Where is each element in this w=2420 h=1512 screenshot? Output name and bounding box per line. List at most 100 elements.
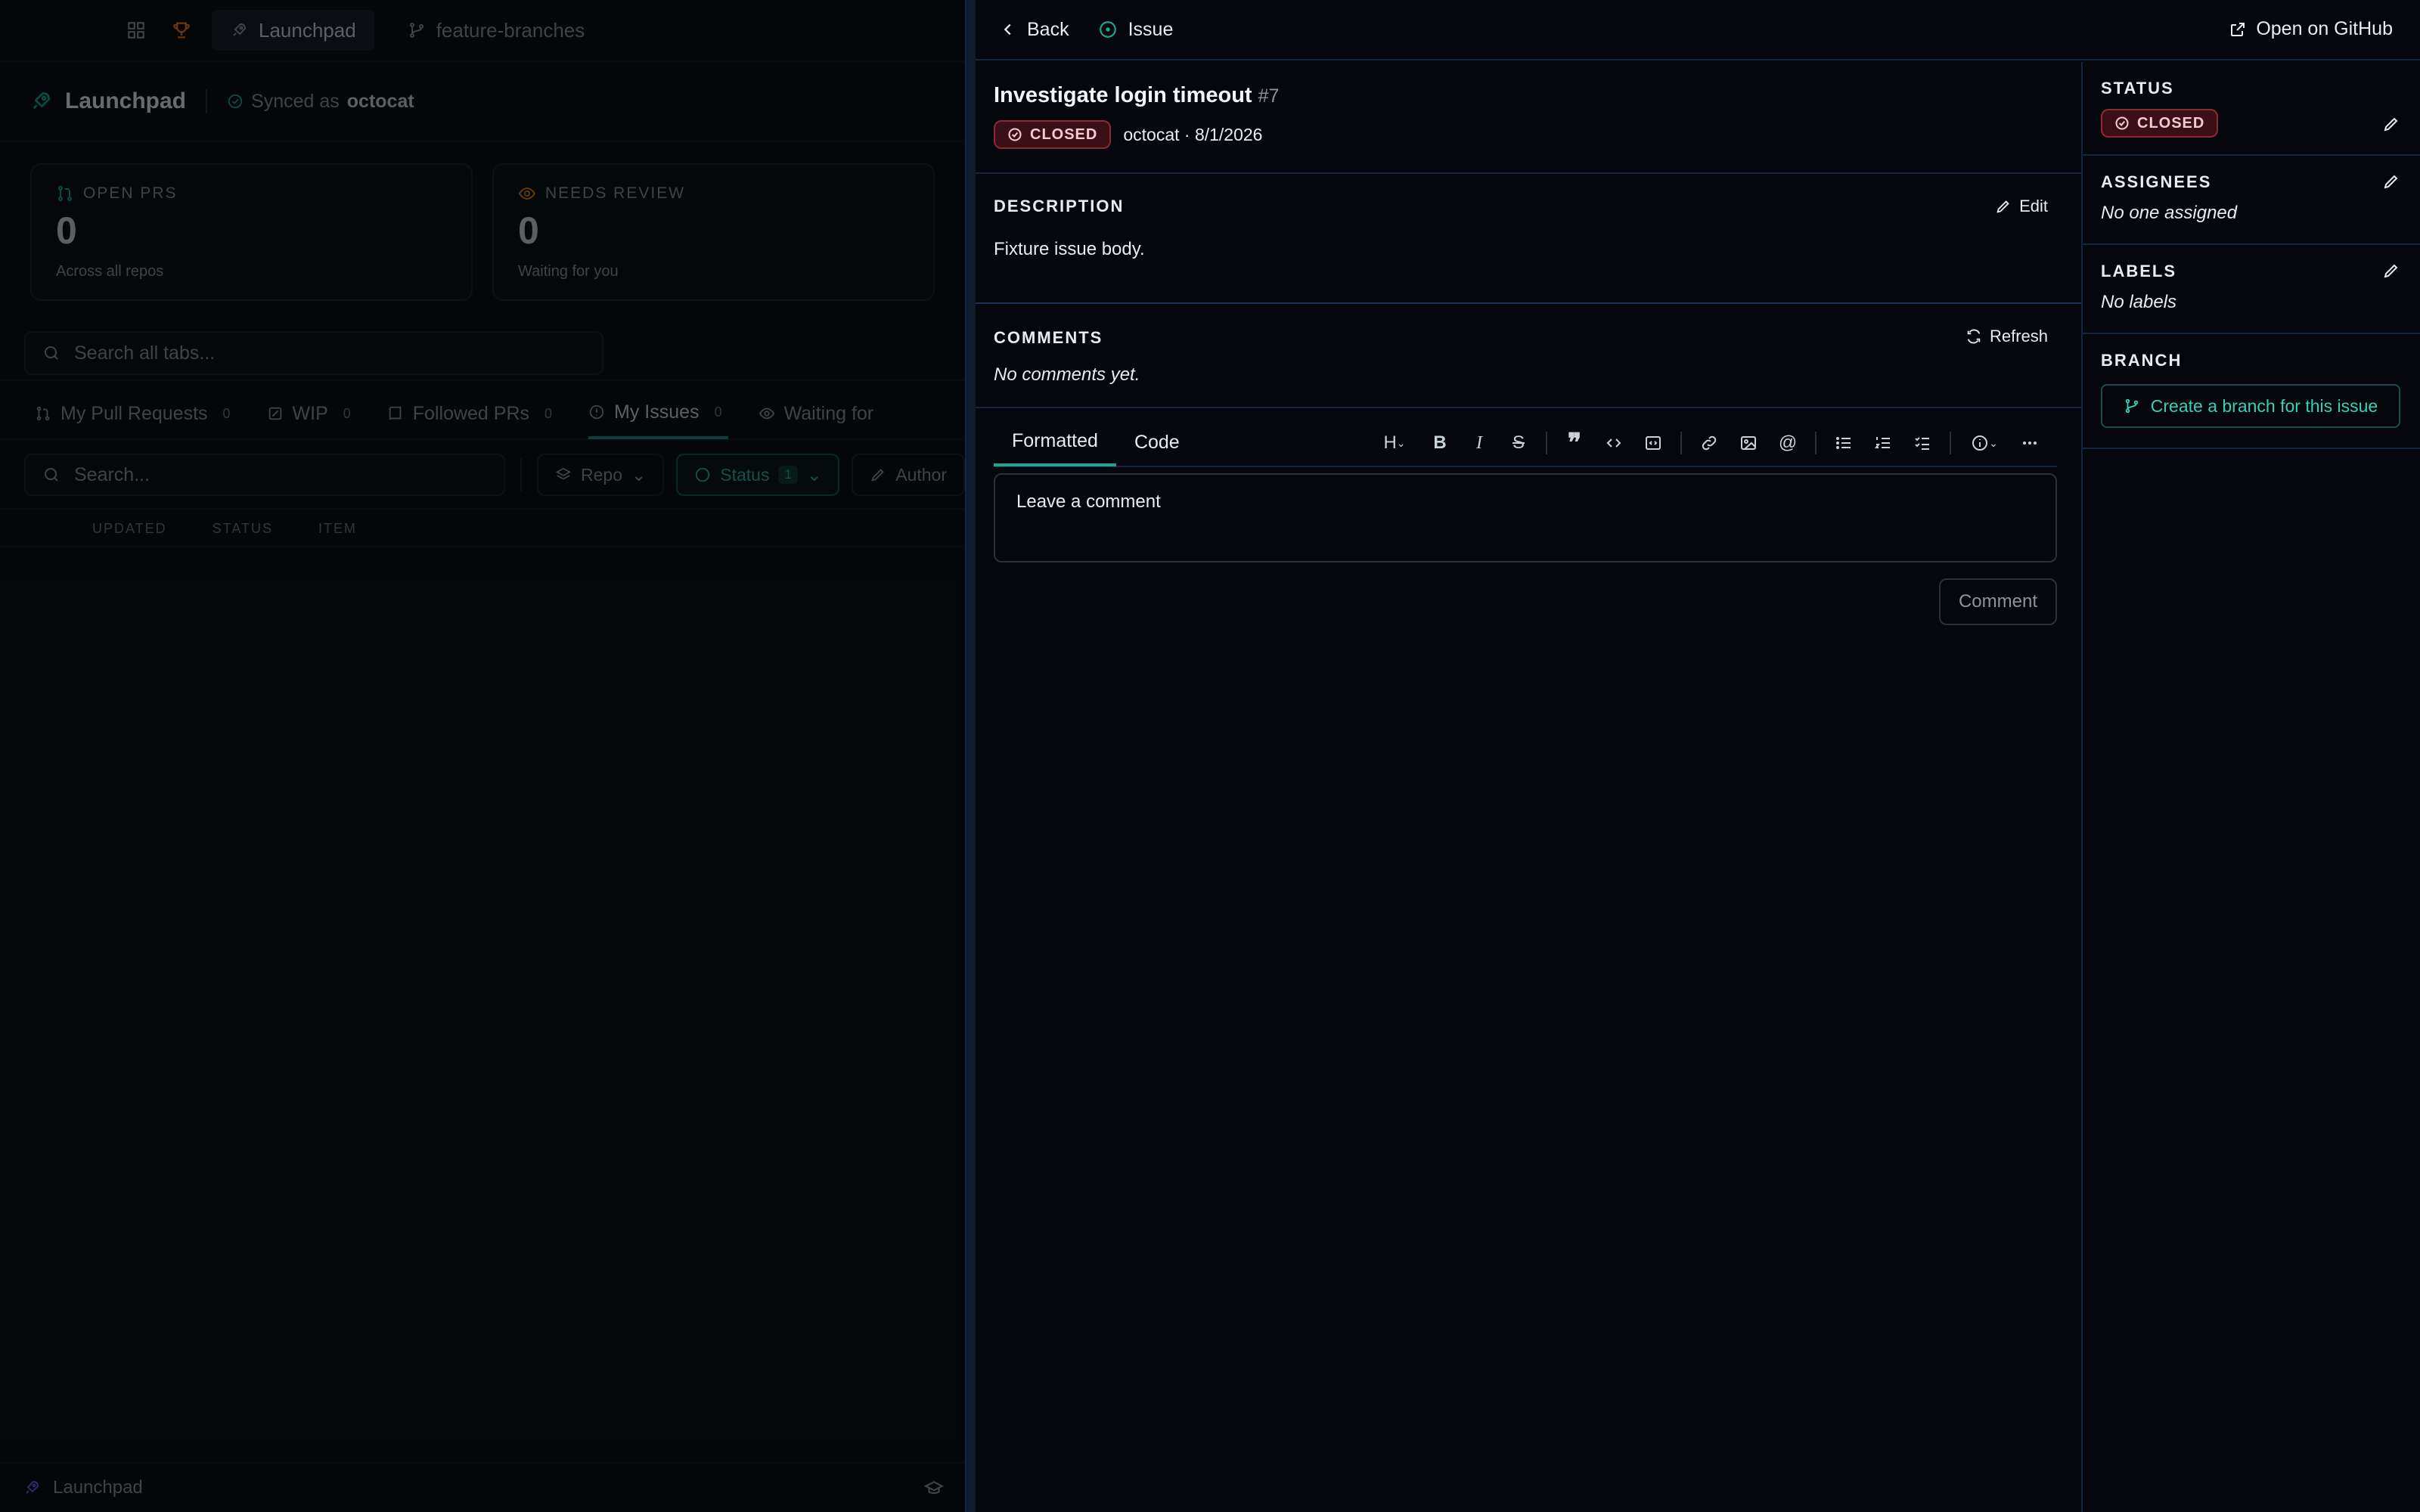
tab-count: 0	[343, 405, 351, 421]
trophy-icon[interactable]	[166, 15, 197, 45]
tab-label: Followed PRs	[412, 402, 530, 424]
pencil-icon[interactable]	[2382, 172, 2400, 191]
repo-filter[interactable]: Repo ⌄	[537, 454, 665, 496]
editor-toolbar: Formatted Code H ⌄ B I S ❞ @ ⌄	[994, 419, 2057, 467]
comments-section: COMMENTS Refresh No comments yet.	[976, 304, 2081, 408]
circle-icon	[696, 467, 710, 482]
tab-label: Waiting for	[783, 402, 874, 424]
quote-icon[interactable]: ❞	[1562, 429, 1587, 457]
branch-section: BRANCH Create a branch for this issue	[2083, 334, 2420, 449]
column-header[interactable]: ITEM	[318, 521, 357, 537]
divider	[1815, 432, 1817, 454]
assignees-value: No one assigned	[2101, 203, 2238, 223]
stat-card-open-prs[interactable]: OPEN PRS 0 Across all repos	[30, 163, 473, 301]
divider	[206, 89, 208, 113]
stat-label: OPEN PRS	[83, 184, 178, 202]
search-icon	[45, 346, 58, 360]
grid-icon[interactable]	[121, 15, 151, 45]
issue-header: Investigate login timeout #7 CLOSED octoc…	[976, 62, 2081, 174]
search-placeholder: Search...	[74, 463, 150, 485]
issue-detail-panel: Back Issue Open on GitHub Investigate lo…	[976, 0, 2420, 1512]
comments-heading: COMMENTS	[994, 328, 1103, 347]
mention-icon[interactable]: @	[1776, 431, 1800, 455]
issue-title-text: Investigate login timeout	[994, 83, 1252, 107]
tab-my-pull-requests[interactable]: My Pull Requests 0	[35, 388, 237, 439]
filter-label: Author	[895, 464, 947, 485]
pull-request-icon	[58, 186, 72, 201]
graduation-cap-icon[interactable]	[924, 1479, 944, 1498]
tab-feature-branches[interactable]: feature-branches	[389, 10, 603, 51]
background-app: Launchpad feature-branches Launchpad Syn…	[0, 0, 965, 1512]
kind-label: Issue	[1128, 18, 1174, 40]
heading-icon[interactable]: H ⌄	[1376, 431, 1413, 455]
numbered-list-icon[interactable]	[1871, 431, 1895, 455]
issue-sidebar: STATUS CLOSED ASSIGNEES No one assigned …	[2081, 62, 2420, 1512]
assignees-section: ASSIGNEES No one assigned	[2083, 156, 2420, 245]
divider	[520, 458, 522, 491]
book-icon	[389, 406, 402, 420]
tab-launchpad[interactable]: Launchpad	[212, 10, 374, 51]
tab-code[interactable]: Code	[1116, 418, 1198, 466]
pencil-icon[interactable]	[2382, 115, 2400, 133]
info-icon[interactable]: ⌄	[1966, 431, 2003, 455]
column-header[interactable]: UPDATED	[92, 521, 167, 537]
tab-followed-prs[interactable]: Followed PRs 0	[387, 388, 558, 439]
branch-icon	[409, 23, 424, 38]
tab-label: WIP	[292, 402, 328, 424]
issue-number: #7	[1258, 85, 1280, 107]
strikethrough-icon[interactable]: S	[1506, 431, 1531, 455]
issue-open-icon	[1099, 21, 1116, 38]
link-icon[interactable]	[1697, 431, 1721, 455]
bold-icon[interactable]: B	[1428, 431, 1452, 455]
tab-wip[interactable]: WIP 0	[267, 388, 357, 439]
code-icon[interactable]	[1602, 431, 1626, 455]
comment-button[interactable]: Comment	[1938, 578, 2057, 625]
comment-input[interactable]	[994, 473, 2057, 562]
status-filter[interactable]: Status 1 ⌄	[676, 454, 840, 496]
divider	[1950, 432, 1951, 454]
tab-waiting-for[interactable]: Waiting for	[759, 388, 874, 439]
check-circle-icon	[2115, 116, 2129, 130]
italic-icon[interactable]: I	[1467, 431, 1491, 455]
draft-icon	[268, 407, 281, 420]
labels-value: No labels	[2101, 292, 2177, 312]
stat-card-needs-review[interactable]: NEEDS REVIEW 0 Waiting for you	[492, 163, 935, 301]
description-section: DESCRIPTION Edit Fixture issue body.	[976, 174, 2081, 304]
tab-count: 0	[714, 404, 722, 420]
sync-label: Synced as	[251, 90, 340, 112]
tab-label: Launchpad	[259, 18, 356, 42]
bullet-list-icon[interactable]	[1832, 431, 1856, 455]
search-all-input[interactable]: Search all tabs...	[24, 331, 603, 375]
stat-value: 0	[518, 209, 539, 252]
back-label: Back	[1027, 18, 1069, 40]
image-icon[interactable]	[1736, 431, 1761, 455]
formatting-tools: H ⌄ B I S ❞ @ ⌄	[1376, 419, 2042, 467]
search-input[interactable]: Search...	[24, 454, 505, 496]
open-on-github-link[interactable]: Open on GitHub	[2229, 18, 2393, 40]
stat-label: NEEDS REVIEW	[545, 184, 686, 202]
external-link-icon	[2231, 22, 2245, 36]
column-header[interactable]: STATUS	[213, 521, 273, 537]
task-list-icon[interactable]	[1910, 431, 1934, 455]
filter-count: 1	[778, 466, 798, 484]
tab-label: feature-branches	[436, 18, 585, 42]
code-block-icon[interactable]	[1641, 431, 1665, 455]
refresh-button[interactable]: Refresh	[1965, 327, 2048, 346]
edit-description-button[interactable]: Edit	[1995, 197, 2048, 216]
author-filter[interactable]: Author	[852, 454, 965, 496]
create-branch-button[interactable]: Create a branch for this issue	[2101, 384, 2400, 428]
pencil-icon[interactable]	[2382, 262, 2400, 280]
tab-my-issues[interactable]: My Issues 0	[588, 388, 728, 439]
more-icon[interactable]	[2018, 431, 2042, 455]
tab-count: 0	[222, 405, 231, 421]
back-button[interactable]: Back	[1000, 19, 1069, 41]
check-circle-icon	[1008, 128, 1022, 141]
stat-value: 0	[56, 209, 77, 252]
stat-subtext: Waiting for you	[518, 263, 619, 280]
editor-actions: Comment	[994, 578, 2057, 625]
labels-heading: LABELS	[2101, 262, 2176, 280]
chevron-down-icon: ⌄	[806, 464, 822, 485]
tab-formatted[interactable]: Formatted	[994, 418, 1116, 466]
chevron-down-icon: ⌄	[631, 464, 647, 485]
panel-resize-handle[interactable]	[965, 0, 976, 1512]
